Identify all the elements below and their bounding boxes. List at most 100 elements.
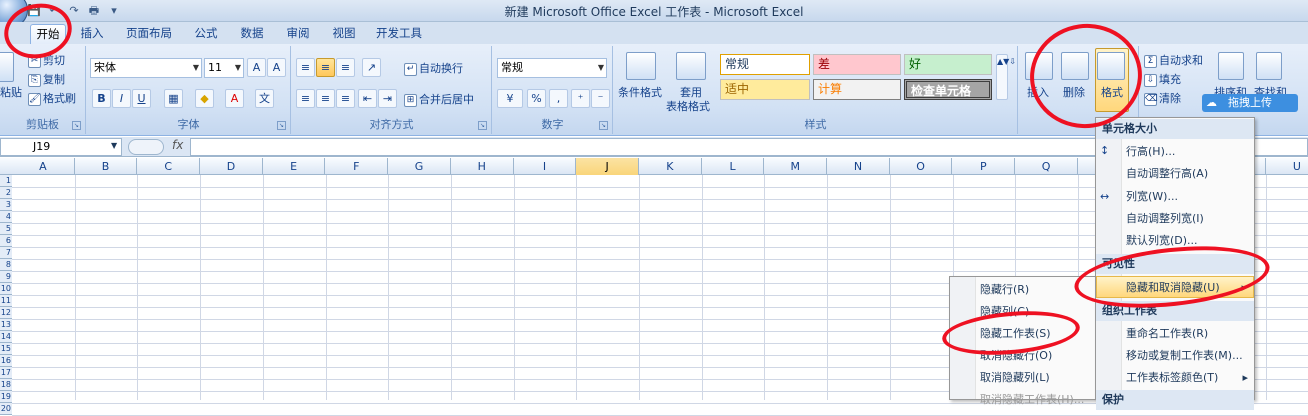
font-size-combo[interactable]: 11 ▼ — [204, 58, 244, 78]
column-header-j[interactable]: J — [576, 158, 639, 175]
format-painter-button[interactable]: 格式刷 — [43, 92, 76, 105]
column-header-a[interactable]: A — [12, 158, 75, 175]
decrease-indent-icon[interactable]: ⇤ — [358, 89, 377, 108]
row-header[interactable]: 2 — [0, 187, 12, 199]
column-header-e[interactable]: E — [263, 158, 326, 175]
column-header-b[interactable]: B — [75, 158, 138, 175]
row-header[interactable]: 6 — [0, 235, 12, 247]
row-header[interactable]: 13 — [0, 319, 12, 331]
row-header[interactable]: 20 — [0, 403, 12, 415]
autosum-button[interactable]: 自动求和 — [1159, 54, 1203, 67]
align-bottom-icon[interactable]: ≡ — [336, 58, 355, 77]
column-header-m[interactable]: M — [764, 158, 828, 175]
italic-button[interactable]: I — [112, 89, 131, 108]
align-center-icon[interactable]: ≡ — [316, 89, 335, 108]
align-middle-icon[interactable]: ≡ — [316, 58, 335, 77]
number-launcher-icon[interactable]: ↘ — [599, 121, 608, 130]
row-header[interactable]: 4 — [0, 211, 12, 223]
column-header-o[interactable]: O — [890, 158, 953, 175]
row-header[interactable]: 12 — [0, 307, 12, 319]
column-header-k[interactable]: K — [639, 158, 702, 175]
clear-button[interactable]: 清除 — [1159, 92, 1181, 105]
fill-color-icon[interactable]: ◆ — [195, 89, 214, 108]
decrease-decimal-icon[interactable]: ⁻ — [591, 89, 610, 108]
row-header[interactable]: 1 — [0, 175, 12, 187]
style-good[interactable]: 好 — [904, 54, 992, 75]
style-normal[interactable]: 常规 — [720, 54, 810, 75]
style-calculation[interactable]: 计算 — [813, 79, 901, 100]
number-format-combo[interactable]: 常规 ▼ — [497, 58, 607, 78]
menu-item-autofit-column[interactable]: 自动调整列宽(I) — [1096, 208, 1254, 230]
menu-item-rename-sheet[interactable]: 重命名工作表(R) — [1096, 323, 1254, 345]
tab-view[interactable]: 视图 — [324, 24, 364, 44]
row-header[interactable]: 11 — [0, 295, 12, 307]
tab-data[interactable]: 数据 — [232, 24, 272, 44]
row-header[interactable]: 5 — [0, 223, 12, 235]
orientation-icon[interactable]: ↗ — [362, 58, 381, 77]
menu-item-column-width[interactable]: 列宽(W)... — [1096, 186, 1254, 208]
fx-icon[interactable]: fx — [172, 138, 183, 152]
column-header-g[interactable]: G — [388, 158, 451, 175]
shrink-font-icon[interactable]: A — [267, 58, 286, 77]
column-header-u[interactable]: U — [1266, 158, 1308, 175]
clipboard-launcher-icon[interactable]: ↘ — [72, 121, 81, 130]
tab-developer[interactable]: 开发工具 — [372, 24, 426, 44]
column-header-c[interactable]: C — [137, 158, 201, 175]
font-color-icon[interactable]: A — [225, 89, 244, 108]
grow-font-icon[interactable]: A — [247, 58, 266, 77]
menu-item-move-copy[interactable]: 移动或复制工作表(M)... — [1096, 345, 1254, 367]
bold-button[interactable]: B — [92, 89, 111, 108]
menu-item-tab-color[interactable]: 工作表标签颜色(T) ▸ — [1096, 367, 1254, 389]
increase-indent-icon[interactable]: ⇥ — [378, 89, 397, 108]
style-bad[interactable]: 差 — [813, 54, 901, 75]
row-header[interactable]: 18 — [0, 379, 12, 391]
style-neutral[interactable]: 适中 — [720, 79, 810, 100]
menu-item-unhide-columns[interactable]: 取消隐藏列(L) — [950, 367, 1096, 389]
column-header-q[interactable]: Q — [1015, 158, 1078, 175]
align-right-icon[interactable]: ≡ — [336, 89, 355, 108]
row-header[interactable]: 15 — [0, 343, 12, 355]
phonetic-icon[interactable]: 文 — [255, 89, 274, 108]
row-header[interactable]: 14 — [0, 331, 12, 343]
alignment-launcher-icon[interactable]: ↘ — [478, 121, 487, 130]
menu-item-autofit-row[interactable]: 自动调整行高(A) — [1096, 163, 1254, 185]
copy-button[interactable]: 复制 — [43, 73, 65, 86]
column-header-l[interactable]: L — [702, 158, 765, 175]
formula-bar-resize-handle[interactable] — [128, 139, 164, 155]
column-header-f[interactable]: F — [326, 158, 389, 175]
align-top-icon[interactable]: ≡ — [296, 58, 315, 77]
tab-formulas[interactable]: 公式 — [186, 24, 226, 44]
column-header-d[interactable]: D — [200, 158, 263, 175]
row-header[interactable]: 17 — [0, 367, 12, 379]
menu-item-row-height[interactable]: 行高(H)... — [1096, 141, 1254, 163]
column-header-p[interactable]: P — [953, 158, 1016, 175]
tab-insert[interactable]: 插入 — [72, 24, 112, 44]
column-header-n[interactable]: N — [827, 158, 890, 175]
style-check-cell[interactable]: 检查单元格 — [904, 79, 992, 100]
tab-page-layout[interactable]: 页面布局 — [122, 24, 176, 44]
row-header[interactable]: 9 — [0, 271, 12, 283]
chevron-down-icon[interactable]: ▼ — [111, 141, 117, 150]
paste-button[interactable]: 粘贴 — [0, 84, 22, 100]
wrap-text-button[interactable]: 自动换行 — [419, 62, 463, 75]
row-header[interactable]: 19 — [0, 391, 12, 403]
row-header[interactable]: 10 — [0, 283, 12, 295]
paste-icon[interactable] — [0, 52, 14, 82]
conditional-format-button[interactable]: 条件格式 — [618, 84, 662, 100]
styles-scroll-icon[interactable]: ▲▼⇩ — [996, 54, 1016, 100]
underline-button[interactable]: U — [132, 89, 151, 108]
border-icon[interactable]: ▦ — [164, 89, 183, 108]
name-box[interactable]: J19 — [0, 138, 122, 156]
increase-decimal-icon[interactable]: ⁺ — [571, 89, 590, 108]
tab-review[interactable]: 审阅 — [278, 24, 318, 44]
row-header[interactable]: 7 — [0, 247, 12, 259]
align-left-icon[interactable]: ≡ — [296, 89, 315, 108]
column-header-i[interactable]: I — [514, 158, 577, 175]
row-header[interactable]: 16 — [0, 355, 12, 367]
font-name-combo[interactable]: 宋体 ▼ — [90, 58, 202, 78]
row-header[interactable]: 8 — [0, 259, 12, 271]
currency-icon[interactable]: ¥ — [497, 89, 523, 108]
row-header[interactable]: 3 — [0, 199, 12, 211]
column-header-h[interactable]: H — [451, 158, 514, 175]
percent-button[interactable]: % — [527, 89, 546, 108]
